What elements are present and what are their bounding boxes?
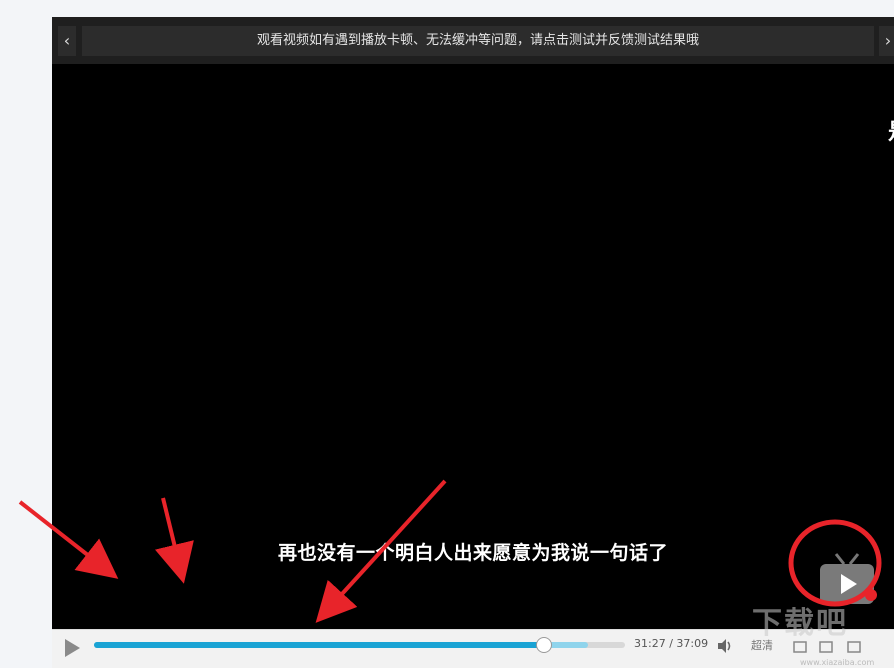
notice-text[interactable]: 观看视频如有遇到播放卡顿、无法缓冲等问题，请点击测试并反馈测试结果哦 <box>82 26 874 56</box>
time-display: 31:27 / 37:09 <box>634 637 709 650</box>
subtitle-text: 再也没有一个明白人出来愿意为我说一句话了 <box>277 542 668 564</box>
progress-handle[interactable] <box>535 637 552 653</box>
volume-icon[interactable] <box>716 637 734 655</box>
watermark-site: www.xiazaiba.com <box>800 658 875 667</box>
notice-bar: ‹ 观看视频如有遇到播放卡顿、无法缓冲等问题，请点击测试并反馈测试结果哦 › <box>52 17 894 64</box>
progress-bar[interactable] <box>94 637 625 653</box>
progress-played <box>94 642 544 648</box>
watermark-logo: 下载吧 <box>752 606 848 641</box>
next-notice-button[interactable]: › <box>879 26 894 56</box>
edge-glyph: 是 <box>888 114 894 146</box>
play-icon[interactable] <box>62 638 82 658</box>
video-area[interactable]: 是 再也没有一个明白人出来愿意为我说一句话了 <box>52 64 894 629</box>
video-player: ‹ 观看视频如有遇到播放卡顿、无法缓冲等问题，请点击测试并反馈测试结果哦 › 是… <box>52 17 894 668</box>
prev-notice-button[interactable]: ‹ <box>58 26 76 56</box>
